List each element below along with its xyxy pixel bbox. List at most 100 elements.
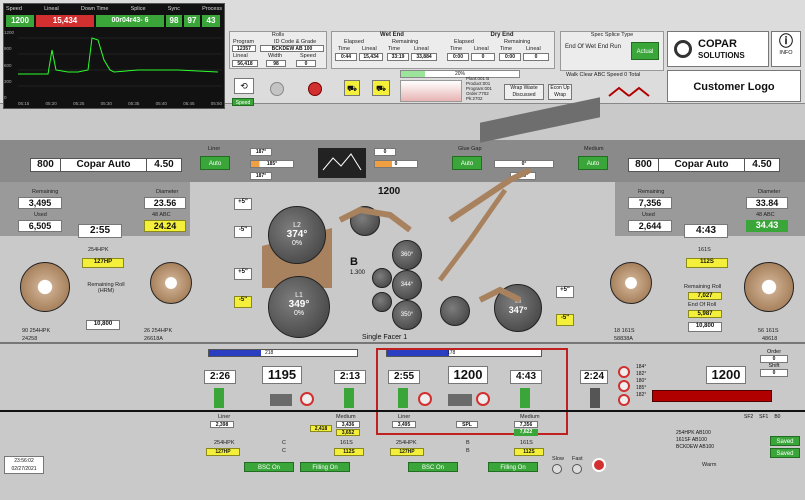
time-label: Time bbox=[388, 46, 401, 52]
bsc-on-button-1[interactable]: BSC On bbox=[244, 462, 294, 472]
splicer-wheel-1 bbox=[300, 392, 314, 406]
time-label: Time bbox=[338, 46, 351, 52]
order-value: 0 bbox=[760, 355, 788, 363]
medium-b-value: 7,356 bbox=[514, 421, 538, 428]
l2-roll-pct: 0% bbox=[291, 240, 303, 247]
r-remaining-label: Remaining bbox=[638, 189, 665, 195]
medium-a-value-2: 3,652 bbox=[336, 429, 360, 436]
info-icon: ⓘ bbox=[779, 33, 793, 49]
time-label: Time bbox=[450, 46, 463, 52]
copar-logo: COPAR SOLUTIONS bbox=[667, 31, 769, 67]
l-diameter-label: Diameter bbox=[156, 189, 179, 195]
filling-on-button-1[interactable]: Filling On bbox=[300, 462, 350, 472]
dry-elapsed-label: Elapsed bbox=[454, 39, 474, 45]
station-1-indicator bbox=[214, 388, 224, 408]
temp-r: 182° bbox=[636, 371, 647, 377]
medium-auto-button[interactable]: Auto bbox=[578, 156, 608, 170]
station-3-indicator bbox=[398, 388, 408, 408]
splicer-wheel-2 bbox=[418, 392, 432, 406]
r-grade: 161S bbox=[698, 247, 711, 253]
slow-indicator[interactable] bbox=[552, 464, 562, 474]
info-button[interactable]: ⓘ INFO bbox=[771, 31, 801, 67]
grade-b3-2: B bbox=[466, 448, 470, 454]
fast-indicator[interactable] bbox=[572, 464, 582, 474]
station-2-time: 2:13 bbox=[334, 370, 366, 384]
l-remaining-roll-label: Remaining Roll (HRM) bbox=[87, 282, 125, 294]
right-value: 4.50 bbox=[752, 159, 772, 170]
saved-button-1[interactable]: Saved bbox=[770, 436, 800, 446]
r-diameter-label: Diameter bbox=[758, 189, 781, 195]
y-tick: 900 bbox=[4, 46, 12, 52]
station-4-speed: 1200 bbox=[448, 366, 488, 384]
actual-button[interactable]: Actual bbox=[631, 42, 659, 60]
truck-icon[interactable]: ⛟ bbox=[344, 80, 360, 96]
walk-label: Walk Clear ABC Speed 0 Total bbox=[566, 72, 641, 78]
liner-b-label: Liner bbox=[398, 414, 411, 420]
dry-elapsed-lineal: 0 bbox=[471, 53, 495, 61]
l-time: 2:55 bbox=[78, 224, 122, 238]
forklift-icon[interactable]: ⛟ bbox=[372, 80, 390, 96]
lineal-label-2: Lineal bbox=[414, 46, 429, 52]
bar-1-label: 218 bbox=[265, 350, 274, 356]
temp-1: 187° bbox=[250, 148, 272, 156]
r-end-value: 5,987 bbox=[688, 310, 722, 318]
lineal-value: 15,434 bbox=[36, 15, 94, 27]
emergency-stop-icon[interactable] bbox=[592, 458, 606, 472]
wet-elapsed-label: Elapsed bbox=[344, 39, 364, 45]
r-roll-value-2: 10,800 bbox=[688, 322, 722, 332]
saved-button-2[interactable]: Saved bbox=[770, 448, 800, 458]
medium-a-value: 3,436 bbox=[336, 421, 360, 428]
econ-up-button[interactable]: Econ Up Wrap bbox=[548, 84, 572, 100]
lineal-label: Lineal bbox=[233, 53, 248, 59]
temp-r: 184° bbox=[636, 364, 647, 370]
wrap-waste-button[interactable]: Wrap Waste Discussed bbox=[504, 84, 544, 100]
speed-value: 1200 bbox=[6, 15, 34, 27]
x-tick: 05:30 bbox=[100, 101, 112, 106]
minus5-button-1[interactable]: -5" bbox=[234, 226, 252, 238]
metrics-panel: Speed Lineal Down Time Splice Sync Proce… bbox=[3, 3, 225, 109]
y-tick: 1200 bbox=[4, 30, 15, 35]
chart-x-axis: 05:15 05:20 05:25 05:30 05:35 05:40 05:4… bbox=[18, 101, 222, 106]
dry-elapsed-time: 0:00 bbox=[447, 53, 469, 61]
record-icon[interactable] bbox=[270, 82, 284, 96]
right-temps: 184° 182° 180° 185° 182° bbox=[636, 364, 646, 399]
fast-label: Fast bbox=[572, 456, 583, 462]
grade-r: BCKDEW AB100 bbox=[676, 444, 715, 450]
liner-b-value: 3,495 bbox=[392, 421, 416, 428]
dry-remaining-time: 0:00 bbox=[499, 53, 521, 61]
liner-auto-button[interactable]: Auto bbox=[200, 156, 230, 170]
station-3-time: 2:55 bbox=[388, 370, 420, 384]
temp-2: 185° bbox=[250, 160, 294, 168]
y-tick: 0 bbox=[4, 95, 7, 100]
right-mode: Copar Auto bbox=[659, 159, 745, 171]
plus5-button-3[interactable]: +5" bbox=[556, 286, 574, 298]
r-used-label: Used bbox=[642, 212, 655, 218]
sf-label: SF2 bbox=[744, 414, 754, 420]
wet-remaining-time: 33:19 bbox=[387, 53, 409, 61]
minus5-button-2[interactable]: -5" bbox=[234, 296, 252, 308]
medium-b-label: Medium bbox=[520, 414, 540, 420]
metric-label-downtime: Down Time bbox=[80, 6, 109, 12]
info-label: INFO bbox=[779, 50, 793, 56]
plus5-button-2[interactable]: +5" bbox=[234, 268, 252, 280]
lineal-label-2: Lineal bbox=[474, 46, 489, 52]
filling-on-button-2[interactable]: Filling On bbox=[488, 462, 538, 472]
plus5-button-1[interactable]: +5" bbox=[234, 198, 252, 210]
double-backer bbox=[652, 390, 772, 402]
medium-b-value-2: 7,622 bbox=[514, 429, 538, 436]
slow-label: Slow bbox=[552, 456, 564, 462]
right-wheel-1 bbox=[618, 366, 630, 378]
reset-icon[interactable]: ⟲ bbox=[234, 78, 254, 94]
datetime-display: 23:56:02 02/27/2021 bbox=[4, 456, 44, 474]
r-bottom-3: 56 161S bbox=[758, 328, 779, 334]
l-used-label: Used bbox=[34, 212, 47, 218]
stop-icon[interactable] bbox=[308, 82, 322, 96]
bar-1-fill bbox=[209, 350, 261, 356]
l2-roll-name: L2 bbox=[293, 222, 301, 229]
minus5-button-3[interactable]: -5" bbox=[556, 314, 574, 326]
speed-button[interactable]: Speed bbox=[232, 98, 254, 106]
left-paper-roll bbox=[20, 262, 70, 312]
x-tick: 05:15 bbox=[18, 101, 30, 106]
wet-elapsed-lineal: 15,434 bbox=[359, 53, 383, 61]
bsc-on-button-2[interactable]: BSC On bbox=[408, 462, 458, 472]
